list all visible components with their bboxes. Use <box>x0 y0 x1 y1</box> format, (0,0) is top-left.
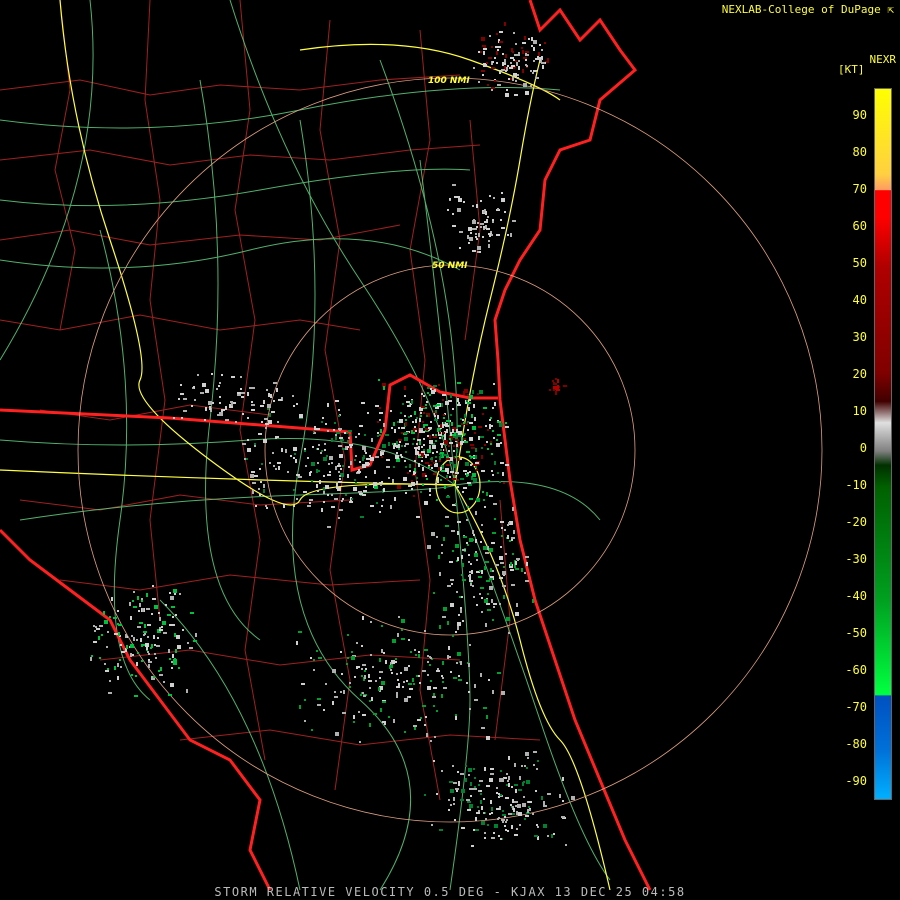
scale-tick: 70 <box>852 182 867 196</box>
scale-tick: 20 <box>852 367 867 381</box>
data-credit[interactable]: NEXLAB-College of DuPage ⇱ <box>722 3 894 16</box>
ring-label-100: 100 NMI <box>428 76 470 86</box>
scale-tick: -90 <box>845 774 867 788</box>
scale-tick: -20 <box>845 515 867 529</box>
scale-tick: 30 <box>852 330 867 344</box>
scale-tick: 50 <box>852 256 867 270</box>
scale-tick: 40 <box>852 293 867 307</box>
product-caption: STORM RELATIVE VELOCITY 0.5 DEG - KJAX 1… <box>214 885 686 899</box>
credit-label: NEXLAB-College of DuPage <box>721 3 881 16</box>
velocity-color-scale <box>874 88 892 800</box>
scale-tick: -30 <box>845 552 867 566</box>
product-code: NEXR <box>869 53 897 66</box>
scale-tick: 80 <box>852 145 867 159</box>
external-link-icon: ⇱ <box>887 3 894 16</box>
ring-label-50: 50 NMI <box>432 261 468 271</box>
scale-tick: -80 <box>845 737 867 751</box>
scale-tick: -50 <box>845 626 867 640</box>
scale-tick: 0 <box>859 441 867 455</box>
scale-tick: 60 <box>852 219 867 233</box>
radar-map: 100 NMI 50 NMI <box>0 0 900 900</box>
color-scale-ticks: 90 80 70 60 50 40 30 20 10 0 -10 -20 -30 -40 -50 -60 -70… <box>835 88 875 800</box>
scale-tick: 10 <box>852 404 867 418</box>
velocity-units: [KT] <box>838 63 865 76</box>
scale-tick: 90 <box>852 108 867 122</box>
scale-tick: -40 <box>845 589 867 603</box>
scale-tick: -70 <box>845 700 867 714</box>
scale-tick: -60 <box>845 663 867 677</box>
scale-tick: -10 <box>845 478 867 492</box>
